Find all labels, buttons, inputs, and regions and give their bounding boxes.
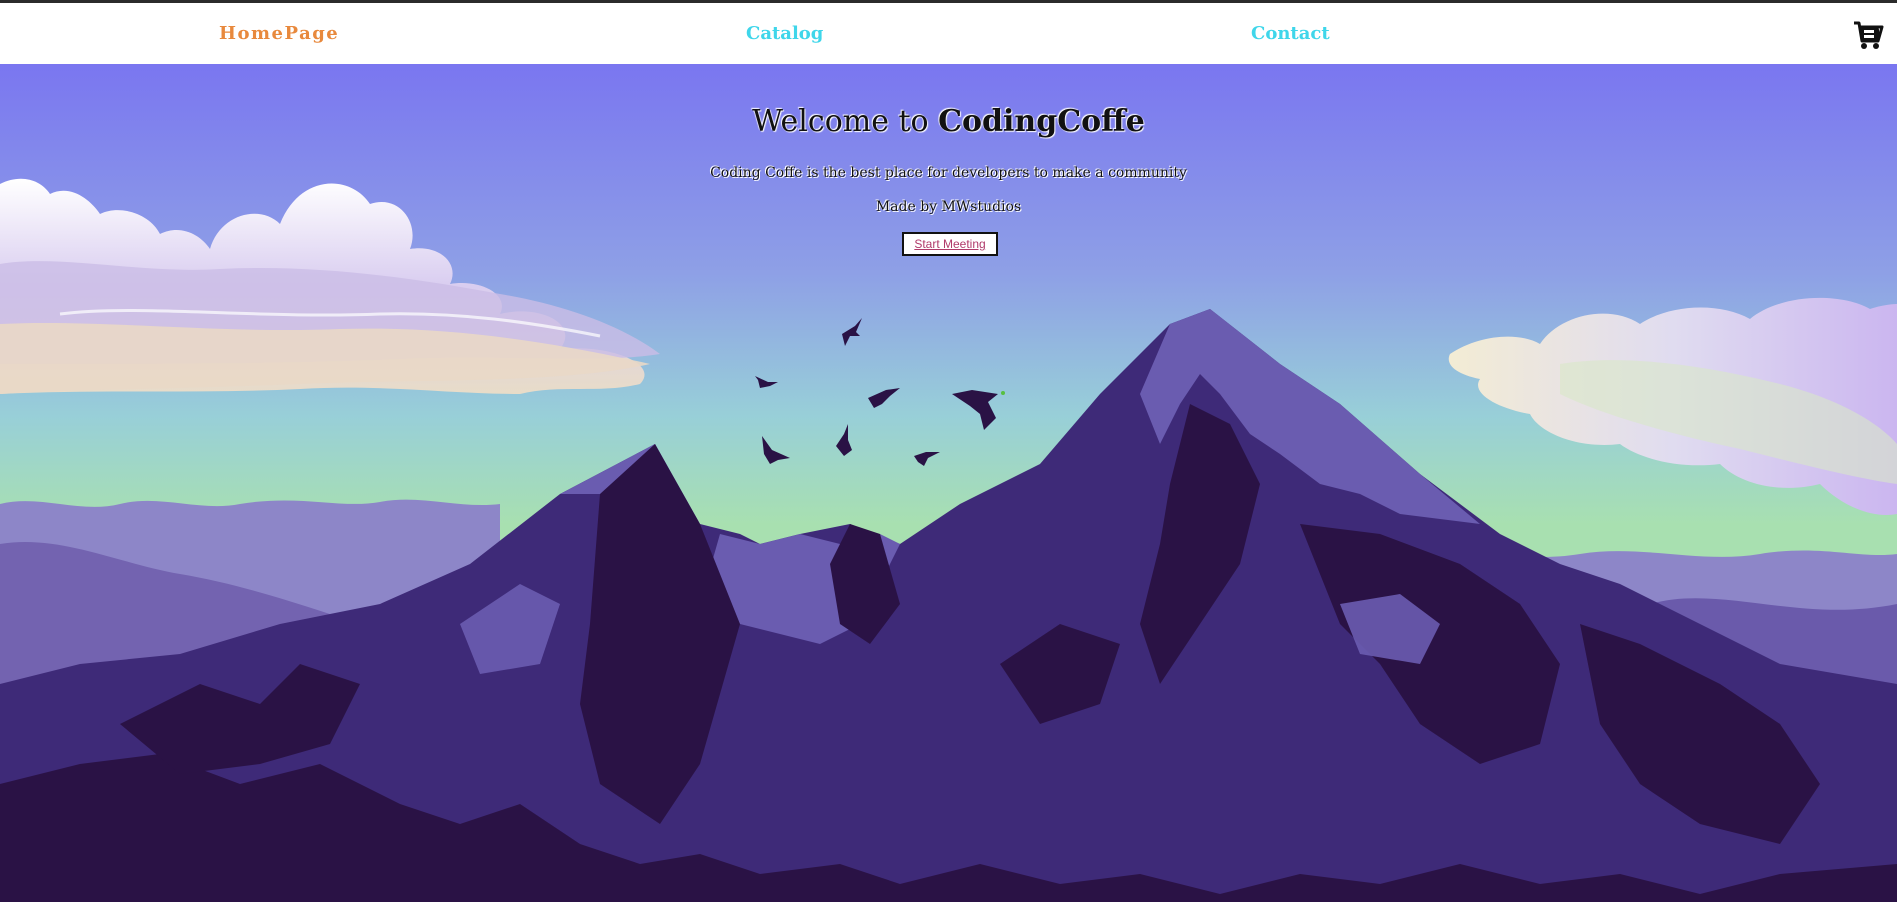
nav-link-homepage[interactable]: HomePage <box>219 23 339 44</box>
nav-link-catalog[interactable]: Catalog <box>746 23 823 44</box>
navbar: HomePage Catalog Contact <box>0 3 1897 64</box>
hero-credit: Made by MWstudios <box>875 199 1022 215</box>
brand-name: CodingCoffe <box>938 104 1145 139</box>
nav-link-contact[interactable]: Contact <box>1251 23 1330 44</box>
hero-description: Coding Coffe is the best place for devel… <box>710 165 1187 181</box>
page-title: Welcome to CodingCoffe <box>0 104 1897 139</box>
mountain-landscape-illustration <box>0 64 1897 902</box>
hero-section: Welcome to CodingCoffe Coding Coffe is t… <box>0 64 1897 902</box>
start-meeting-button[interactable]: Start Meeting <box>902 232 998 256</box>
title-prefix: Welcome to <box>752 104 929 139</box>
shopping-cart-icon[interactable] <box>1852 17 1884 51</box>
